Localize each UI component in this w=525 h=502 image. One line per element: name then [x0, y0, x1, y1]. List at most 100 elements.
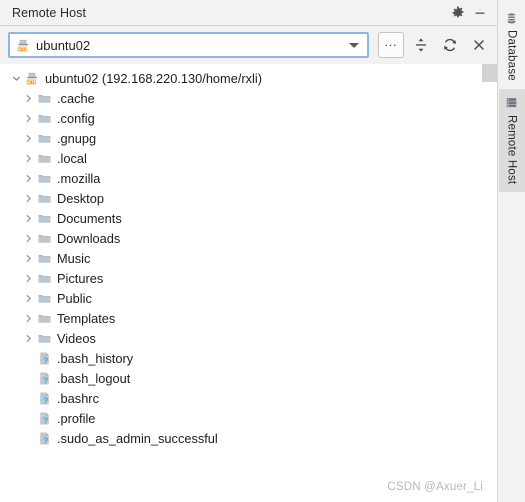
tree-row[interactable]: ? .bash_history	[0, 348, 497, 368]
tree-row-label: .bashrc	[57, 390, 99, 406]
tree-row[interactable]: ? .profile	[0, 408, 497, 428]
chevron-right-icon[interactable]	[20, 210, 36, 226]
minimize-icon[interactable]	[469, 2, 491, 24]
tree-row-root[interactable]: SFTP ubuntu02 (192.168.220.130/home/rxli…	[0, 68, 497, 88]
tree-row[interactable]: .config	[0, 108, 497, 128]
tree-row-label: Videos	[57, 330, 96, 346]
watermark: CSDN @Axuer_Li	[387, 481, 483, 493]
remote-host-toolbar: SFTP ubuntu02 ...	[0, 26, 497, 64]
tree-row-label: .mozilla	[57, 170, 101, 186]
chevron-right-icon[interactable]	[20, 310, 36, 326]
tree-row-label: Documents	[57, 210, 122, 226]
browse-button[interactable]: ...	[378, 32, 404, 58]
svg-text:?: ?	[43, 395, 48, 405]
chevron-right-icon[interactable]	[20, 90, 36, 106]
tree-row[interactable]: Pictures	[0, 268, 497, 288]
folder-icon	[36, 150, 52, 166]
chevron-right-icon[interactable]	[20, 130, 36, 146]
tree-row[interactable]: Documents	[0, 208, 497, 228]
remote-host-tool-window: Remote Host SFTP ubuntu02 ... SFTP ubunt…	[0, 0, 525, 502]
chevron-down-icon[interactable]	[8, 70, 24, 86]
folder-icon	[36, 90, 52, 106]
tree-row[interactable]: ? .sudo_as_admin_successful	[0, 428, 497, 448]
tree-row-label: ubuntu02 (192.168.220.130/home/rxli)	[45, 70, 262, 86]
vertical-scrollbar[interactable]	[482, 64, 497, 82]
folder-icon	[36, 110, 52, 126]
tree-row[interactable]: Music	[0, 248, 497, 268]
tree-row[interactable]: ? .bashrc	[0, 388, 497, 408]
svg-text:?: ?	[43, 435, 48, 445]
close-icon[interactable]	[467, 32, 491, 58]
svg-text:SFTP: SFTP	[25, 79, 36, 84]
chevron-right-icon[interactable]	[20, 270, 36, 286]
tab-label: Database	[505, 30, 518, 81]
tree-row-label: .gnupg	[57, 130, 97, 146]
tree-row[interactable]: .cache	[0, 88, 497, 108]
page-title: Remote Host	[12, 5, 87, 20]
tree-row-label: .config	[57, 110, 95, 126]
folder-icon	[36, 270, 52, 286]
tree-row[interactable]: Templates	[0, 308, 497, 328]
tree-row[interactable]: Videos	[0, 328, 497, 348]
folder-icon	[36, 330, 52, 346]
tab-database[interactable]: Database	[499, 4, 525, 89]
chevron-right-icon[interactable]	[20, 250, 36, 266]
remote-file-tree[interactable]: SFTP ubuntu02 (192.168.220.130/home/rxli…	[0, 64, 497, 502]
tree-row-label: .profile	[57, 410, 96, 426]
tree-row-label: Templates	[57, 310, 116, 326]
tree-row[interactable]: Desktop	[0, 188, 497, 208]
folder-icon	[36, 250, 52, 266]
folder-icon	[36, 190, 52, 206]
chevron-down-icon[interactable]	[345, 34, 363, 56]
tree-row[interactable]: .local	[0, 148, 497, 168]
database-icon	[504, 10, 520, 26]
folder-icon	[36, 310, 52, 326]
sftp-server-icon: SFTP	[24, 70, 40, 86]
tree-row[interactable]: .gnupg	[0, 128, 497, 148]
svg-text:?: ?	[43, 355, 48, 365]
connection-select[interactable]: SFTP ubuntu02	[8, 32, 369, 58]
tool-window-header: Remote Host	[0, 0, 497, 26]
chevron-right-icon[interactable]	[20, 110, 36, 126]
tree-row-label: .local	[57, 150, 87, 166]
svg-text:?: ?	[43, 415, 48, 425]
tree-row[interactable]: ? .bash_logout	[0, 368, 497, 388]
refresh-icon[interactable]	[438, 32, 462, 58]
chevron-right-icon[interactable]	[20, 330, 36, 346]
tree-children: .cache .config .gnupg .local .mozilla De…	[0, 88, 497, 448]
folder-icon	[36, 130, 52, 146]
remote-host-icon	[504, 95, 520, 111]
tool-window-tab-strip: Database Remote Host	[497, 0, 525, 502]
collapse-all-icon[interactable]	[409, 32, 433, 58]
folder-icon	[36, 230, 52, 246]
chevron-right-icon[interactable]	[20, 230, 36, 246]
file-icon: ?	[36, 410, 52, 426]
tree-row-label: Pictures	[57, 270, 104, 286]
chevron-right-icon[interactable]	[20, 170, 36, 186]
sftp-server-icon: SFTP	[15, 37, 31, 53]
svg-text:SFTP: SFTP	[16, 46, 27, 51]
tab-label: Remote Host	[505, 114, 518, 185]
folder-icon	[36, 290, 52, 306]
tree-root-list: SFTP ubuntu02 (192.168.220.130/home/rxli…	[0, 64, 497, 448]
tree-row[interactable]: Public	[0, 288, 497, 308]
tree-row-label: Music	[57, 250, 91, 266]
tree-row-label: .bash_history	[57, 350, 134, 366]
folder-icon	[36, 170, 52, 186]
tree-row-label: Downloads	[57, 230, 121, 246]
tree-row-label: .cache	[57, 90, 95, 106]
gear-icon[interactable]	[447, 2, 469, 24]
tab-remote-host[interactable]: Remote Host	[498, 88, 525, 193]
tree-row-label: .sudo_as_admin_successful	[57, 430, 218, 446]
file-icon: ?	[36, 430, 52, 446]
svg-text:?: ?	[43, 375, 48, 385]
tree-row[interactable]: Downloads	[0, 228, 497, 248]
tree-row-label: .bash_logout	[57, 370, 131, 386]
chevron-right-icon[interactable]	[20, 190, 36, 206]
tree-row-label: Public	[57, 290, 92, 306]
folder-icon	[36, 210, 52, 226]
tree-row-label: Desktop	[57, 190, 104, 206]
chevron-right-icon[interactable]	[20, 150, 36, 166]
chevron-right-icon[interactable]	[20, 290, 36, 306]
tree-row[interactable]: .mozilla	[0, 168, 497, 188]
